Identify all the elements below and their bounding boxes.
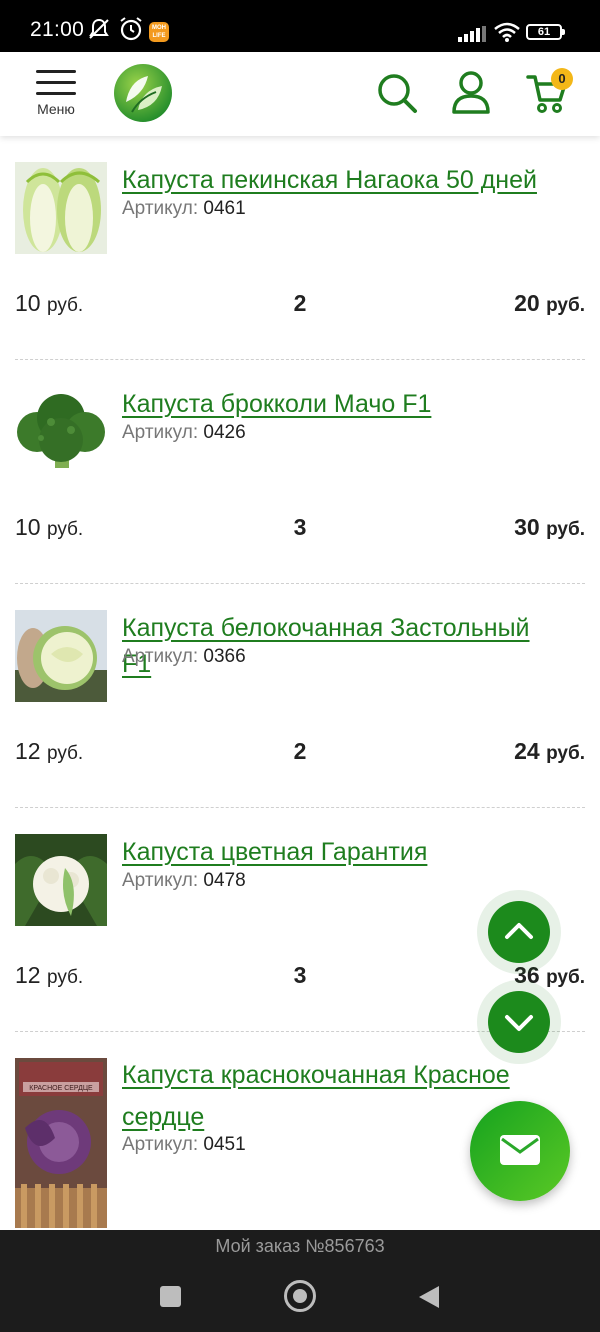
product-price: 10 руб. [15,290,83,317]
my-order-bar[interactable]: Мой заказ №856763 [0,1230,600,1262]
total-unit: руб. [546,519,585,540]
product-article: Артикул: 0478 [122,870,246,892]
product-total: 20 руб. [514,290,585,317]
article-label: Артикул: [122,870,199,891]
product-image-napa-cabbage[interactable] [15,162,107,254]
contact-mail-button[interactable] [470,1101,570,1201]
product-image-red-cabbage-package[interactable]: КРАСНОЕ СЕРДЦЕ [15,1058,107,1228]
back-icon[interactable] [417,1284,441,1310]
list-item: Капуста пекинская Нагаока 50 дней Артику… [15,136,585,360]
site-header: Меню [0,52,600,136]
search-icon[interactable] [376,72,418,114]
chevron-down-icon [505,1015,533,1031]
product-total: 30 руб. [514,514,585,541]
article-label: Артикул: [122,422,199,443]
package-label-text: КРАСНОЕ СЕРДЦЕ [29,1085,93,1092]
chevron-up-icon [505,923,533,939]
menu-label: Меню [37,101,75,117]
signal-icon [458,26,486,42]
cart-count-badge: 0 [551,68,573,90]
scroll-up-button-halo [477,890,561,974]
list-item: Капуста брокколи Мачо F1 Артикул: 0426 1… [15,360,585,584]
product-name-link[interactable]: Капуста брокколи Мачо F1 [122,386,562,422]
wifi-icon [494,22,520,42]
article-label: Артикул: [122,646,199,667]
price-value: 12 [15,962,41,988]
article-number: 0451 [203,1134,246,1155]
product-name-link[interactable]: Капуста пекинская Нагаока 50 дней [122,162,562,198]
total-unit: руб. [546,743,585,764]
product-quantity: 2 [293,290,307,316]
price-unit: руб. [46,519,84,540]
product-price: 12 руб. [15,738,83,765]
article-label: Артикул: [122,1134,199,1155]
product-total: 24 руб. [514,738,585,765]
list-item: Капуста белокочанная Застольный F1 Артик… [15,584,585,808]
total-unit: руб. [546,967,585,988]
scroll-down-button-halo [477,980,561,1064]
product-quantity: 3 [293,962,307,988]
product-image-cauliflower[interactable] [15,834,107,926]
article-number: 0426 [203,422,246,443]
price-unit: руб. [46,743,84,764]
article-number: 0478 [203,870,246,891]
alarm-icon [120,17,142,41]
hamburger-icon-bar [36,92,76,95]
hamburger-icon [36,70,76,73]
product-name-link[interactable]: Капуста цветная Гарантия [122,834,562,870]
product-image-white-cabbage[interactable] [15,610,107,702]
logo-leaf-icon[interactable] [112,62,174,124]
product-quantity: 2 [293,738,307,764]
price-value: 10 [15,514,41,540]
product-article: Артикул: 0451 [122,1134,246,1156]
product-article: Артикул: 0426 [122,422,246,444]
total-unit: руб. [546,295,585,316]
user-icon[interactable] [451,70,491,114]
total-value: 20 [514,290,540,316]
total-value: 24 [514,738,540,764]
system-navigation-bar [0,1262,600,1332]
article-number: 0461 [203,198,246,219]
product-article: Артикул: 0461 [122,198,246,220]
product-quantity: 3 [293,514,307,540]
price-value: 10 [15,290,41,316]
home-icon[interactable] [284,1280,316,1312]
price-unit: руб. [46,295,84,316]
total-value: 30 [514,514,540,540]
article-label: Артикул: [122,198,199,219]
hamburger-icon-bar [36,81,76,84]
price-value: 12 [15,738,41,764]
article-number: 0366 [203,646,246,667]
status-time: 21:00 [30,18,85,41]
scroll-down-button[interactable] [488,991,550,1053]
mute-icon [89,18,109,39]
status-bar: 21:00 MOH LIFE 61 [0,0,600,52]
app-notification-icon: MOH LIFE [149,22,169,42]
scroll-up-button[interactable] [488,901,550,963]
recent-apps-icon[interactable] [160,1286,181,1307]
mail-icon [500,1135,540,1165]
product-price: 12 руб. [15,962,83,989]
product-price: 10 руб. [15,514,83,541]
product-article: Артикул: 0366 [122,646,246,668]
menu-button[interactable]: Меню [34,68,78,118]
product-image-broccoli[interactable] [15,386,107,478]
battery-icon: 61 [526,24,565,40]
price-unit: руб. [46,967,84,988]
